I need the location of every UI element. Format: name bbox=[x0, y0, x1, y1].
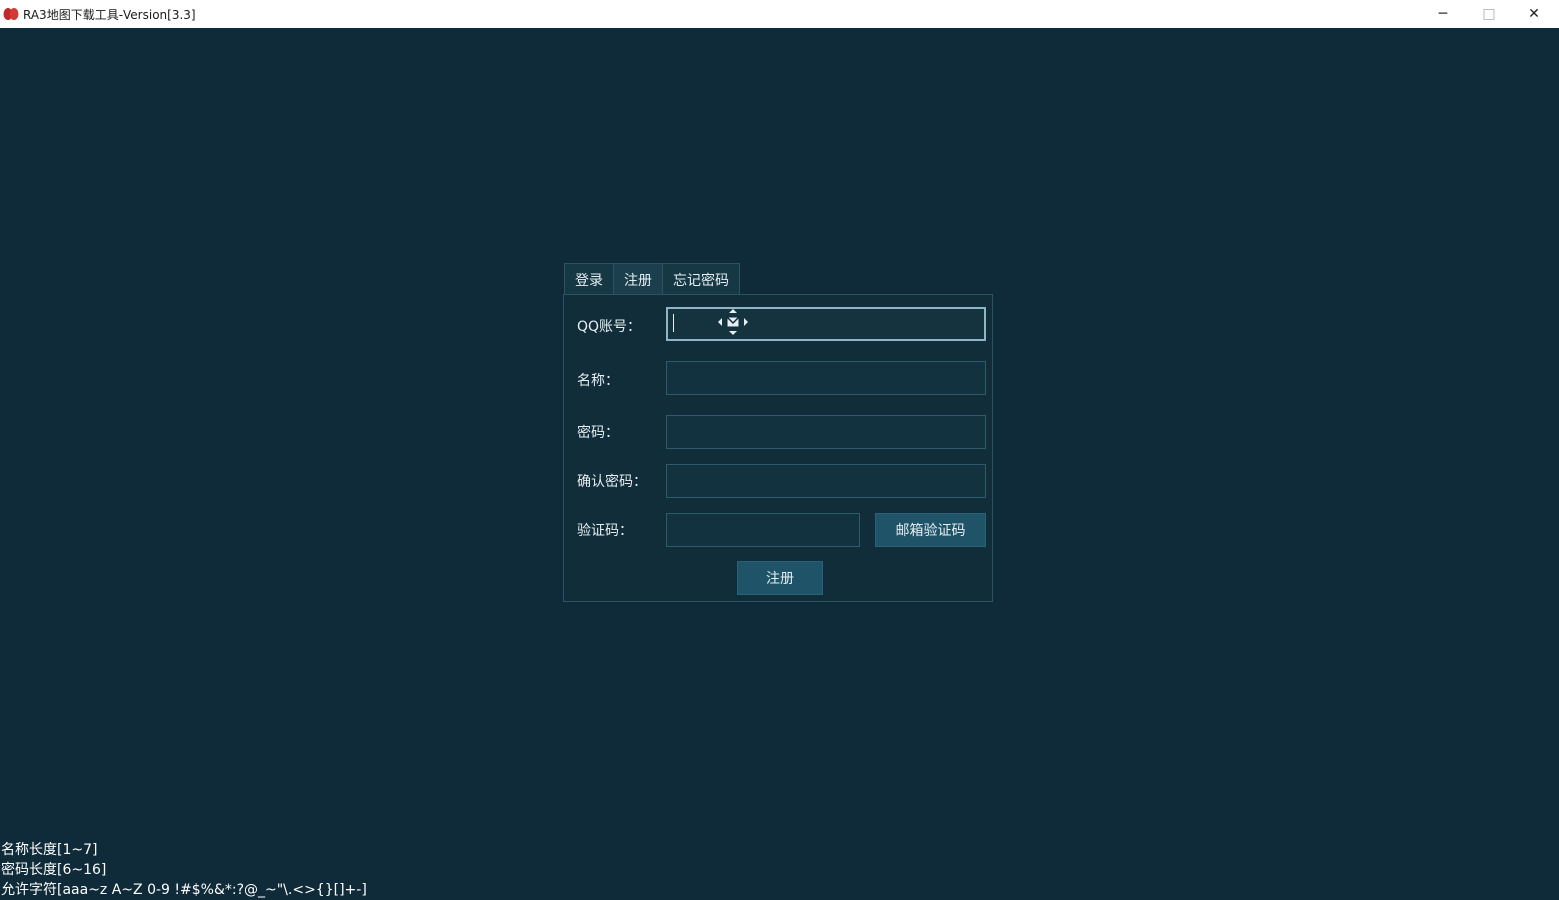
register-panel: QQ账号： 名称： 密码： 确认密码： 验证码： 邮箱验证码 注册 bbox=[563, 294, 993, 602]
password-input[interactable] bbox=[666, 415, 986, 449]
window-title: RA3地图下载工具-Version[3.3] bbox=[23, 8, 196, 22]
maximize-button[interactable]: □ bbox=[1466, 0, 1512, 28]
tab-register[interactable]: 注册 bbox=[613, 263, 663, 295]
input-rules-hint: 名称长度[1~7] 密码长度[6~16] 允许字符[aaa~z A~Z 0-9 … bbox=[1, 840, 367, 900]
password-label: 密码： bbox=[577, 425, 619, 441]
verification-code-label: 验证码： bbox=[577, 523, 633, 539]
confirm-password-input[interactable] bbox=[666, 464, 986, 498]
title-bar: RA3地图下载工具-Version[3.3] ─ □ ✕ bbox=[0, 0, 1559, 28]
name-input[interactable] bbox=[666, 361, 986, 395]
confirm-password-label: 确认密码： bbox=[577, 474, 647, 490]
name-label: 名称： bbox=[577, 373, 619, 389]
register-submit-button[interactable]: 注册 bbox=[737, 561, 823, 595]
password-length-hint: 密码长度[6~16] bbox=[1, 862, 107, 878]
close-button[interactable]: ✕ bbox=[1511, 0, 1557, 28]
tab-login[interactable]: 登录 bbox=[564, 263, 614, 295]
send-email-code-button[interactable]: 邮箱验证码 bbox=[875, 513, 986, 547]
text-caret bbox=[673, 314, 674, 332]
qq-account-label: QQ账号： bbox=[577, 319, 642, 335]
app-logo-icon bbox=[3, 8, 19, 20]
verification-code-input[interactable] bbox=[666, 513, 860, 547]
move-cursor-icon bbox=[718, 309, 748, 335]
minimize-button[interactable]: ─ bbox=[1420, 0, 1466, 28]
name-length-hint: 名称长度[1~7] bbox=[1, 842, 98, 858]
tab-forgot-password[interactable]: 忘记密码 bbox=[662, 263, 740, 295]
allowed-characters-hint: 允许字符[aaa~z A~Z 0-9 !#$%&*:?@_~"\.<>{}[]+… bbox=[1, 882, 367, 898]
qq-account-input[interactable] bbox=[666, 307, 986, 341]
auth-tabs: 登录 注册 忘记密码 bbox=[564, 263, 740, 295]
